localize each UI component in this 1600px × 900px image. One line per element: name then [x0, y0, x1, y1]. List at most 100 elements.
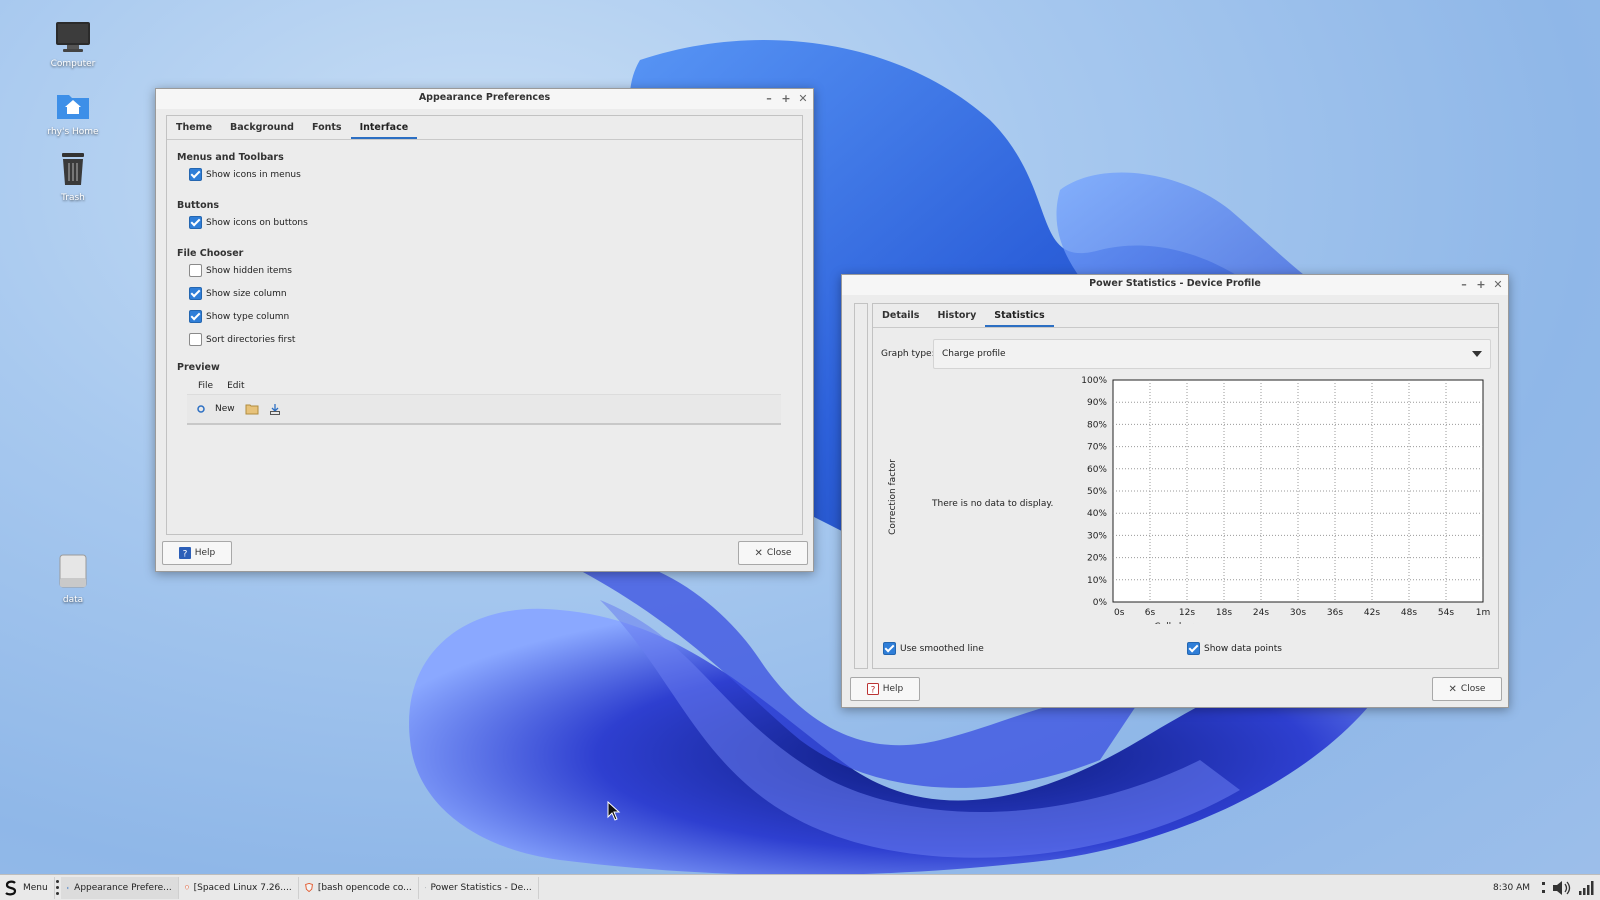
x-tick-label: 30s — [1290, 608, 1306, 618]
graph-type-dropdown[interactable]: Charge profile — [933, 339, 1491, 369]
taskbar: Menu Appearance Prefere... [Spaced Linux… — [0, 874, 1600, 900]
show-icons-on-buttons-checkbox[interactable] — [189, 216, 202, 229]
show-hidden-items-option[interactable]: Show hidden items — [189, 264, 292, 277]
volume-icon[interactable] — [1552, 880, 1572, 896]
show-icons-on-buttons-option[interactable]: Show icons on buttons — [189, 216, 308, 229]
checkbox-label: Sort directories first — [206, 334, 296, 345]
x-tick-label: 36s — [1327, 608, 1343, 618]
close-button[interactable]: ✕ Close — [738, 541, 808, 565]
x-tick-label: 24s — [1253, 608, 1269, 618]
maximize-icon[interactable]: + — [780, 92, 792, 106]
desktop-icon-computer[interactable]: Computer — [38, 20, 108, 69]
taskbar-item-browser-1[interactable]: [Spaced Linux 7.26.... — [179, 876, 299, 899]
help-button[interactable]: ? Help — [850, 677, 920, 701]
x-tick-label: 42s — [1364, 608, 1380, 618]
minimize-icon[interactable]: – — [1458, 278, 1470, 292]
use-smoothed-line-checkbox[interactable] — [883, 642, 896, 655]
device-list-pane[interactable] — [854, 303, 868, 669]
y-tick-label: 70% — [1087, 443, 1107, 453]
help-icon: ? — [866, 683, 879, 695]
tab-background[interactable]: Background — [221, 116, 303, 139]
show-icons-in-menus-option[interactable]: Show icons in menus — [189, 168, 301, 181]
preview-new-label: New — [215, 404, 235, 414]
monitor-icon — [56, 22, 90, 52]
taskbar-item-power-statistics[interactable]: Power Statistics - De... — [419, 876, 539, 899]
tab-bar: Details History Statistics — [873, 304, 1498, 328]
window-titlebar[interactable]: Appearance Preferences – + ✕ — [156, 89, 813, 109]
taskbar-item-label: Appearance Prefere... — [74, 882, 172, 893]
show-hidden-items-checkbox[interactable] — [189, 264, 202, 277]
start-menu-button[interactable]: Menu — [0, 876, 55, 899]
close-button[interactable]: ✕ Close — [1432, 677, 1502, 701]
graph-type-value: Charge profile — [942, 349, 1006, 359]
preview-new-button[interactable]: New — [195, 403, 235, 415]
preview-menu-edit[interactable]: Edit — [222, 381, 249, 391]
sort-directories-first-option[interactable]: Sort directories first — [189, 333, 295, 346]
power-stats-app-icon — [424, 887, 426, 888]
x-tick-label: 0s — [1114, 608, 1125, 618]
x-tick-label: 12s — [1179, 608, 1195, 618]
checkbox-label: Use smoothed line — [900, 643, 984, 654]
y-tick-label: 100% — [1081, 376, 1107, 386]
tray-handle[interactable] — [1542, 880, 1546, 896]
network-signal-icon[interactable] — [1578, 880, 1594, 896]
tab-fonts[interactable]: Fonts — [303, 116, 351, 139]
clock[interactable]: 8:30 AM — [1487, 883, 1536, 893]
desktop-icon-label: data — [62, 595, 84, 605]
close-label: Close — [766, 548, 792, 558]
save-icon[interactable] — [269, 403, 281, 415]
show-size-column-checkbox[interactable] — [189, 287, 202, 300]
tab-statistics[interactable]: Statistics — [985, 304, 1054, 327]
help-button[interactable]: ? Help — [162, 541, 232, 565]
taskbar-item-label: Power Statistics - De... — [430, 882, 532, 893]
mouse-cursor-icon — [607, 801, 621, 821]
checkbox-label: Show data points — [1204, 643, 1282, 654]
close-icon: ✕ — [754, 547, 763, 559]
window-titlebar[interactable]: Power Statistics - Device Profile – + ✕ — [842, 275, 1508, 295]
checkbox-label: Show icons in menus — [206, 169, 301, 180]
sort-directories-first-checkbox[interactable] — [189, 333, 202, 346]
preview-menu-file[interactable]: File — [193, 381, 218, 391]
show-type-column-option[interactable]: Show type column — [189, 310, 289, 323]
use-smoothed-line-option[interactable]: Use smoothed line — [883, 642, 984, 655]
close-icon[interactable]: ✕ — [1492, 278, 1504, 292]
help-label: Help — [882, 684, 904, 694]
section-title-buttons: Buttons — [177, 200, 220, 211]
x-axis-label: Cell charge — [1154, 622, 1205, 624]
preview-menubar: File Edit — [187, 377, 781, 395]
browser-shield-icon — [304, 882, 313, 893]
checkbox-label: Show size column — [206, 288, 287, 299]
tab-theme[interactable]: Theme — [167, 116, 221, 139]
taskbar-item-browser-2[interactable]: [bash opencode co... — [299, 876, 419, 899]
drive-icon — [59, 554, 87, 588]
svg-text:?: ? — [182, 550, 187, 560]
no-data-message: There is no data to display. — [932, 499, 1054, 509]
y-tick-label: 60% — [1087, 465, 1107, 475]
y-tick-label: 40% — [1087, 509, 1107, 519]
start-logo-icon — [5, 880, 17, 895]
x-tick-label: 6s — [1145, 608, 1156, 618]
desktop-icon-data[interactable]: data — [38, 552, 108, 605]
preview-area: File Edit New — [187, 377, 781, 429]
desktop-icon-trash[interactable]: Trash — [38, 150, 108, 203]
y-tick-label: 90% — [1087, 398, 1107, 408]
tab-interface[interactable]: Interface — [350, 116, 418, 139]
tab-history[interactable]: History — [928, 304, 985, 327]
tab-panel: Details History Statistics Graph type: C… — [872, 303, 1499, 669]
charge-profile-chart: 0% 10% 20% 30% 40% 50% 60% 70% 80% 90% 100% 0s 6s 12s… — [1081, 376, 1490, 624]
maximize-icon[interactable]: + — [1475, 278, 1487, 292]
taskbar-item-appearance[interactable]: Appearance Prefere... — [60, 876, 179, 899]
tab-details[interactable]: Details — [873, 304, 928, 327]
show-size-column-option[interactable]: Show size column — [189, 287, 287, 300]
desktop-icon-home[interactable]: rhy's Home — [38, 88, 108, 137]
show-data-points-checkbox[interactable] — [1187, 642, 1200, 655]
show-icons-in-menus-checkbox[interactable] — [189, 168, 202, 181]
close-icon[interactable]: ✕ — [797, 92, 809, 106]
minimize-icon[interactable]: – — [763, 92, 775, 106]
open-folder-icon[interactable] — [245, 403, 259, 415]
x-tick-label: 54s — [1438, 608, 1454, 618]
window-title: Appearance Preferences — [418, 92, 551, 103]
show-type-column-checkbox[interactable] — [189, 310, 202, 323]
show-data-points-option[interactable]: Show data points — [1187, 642, 1282, 655]
chevron-down-icon — [1472, 351, 1482, 357]
